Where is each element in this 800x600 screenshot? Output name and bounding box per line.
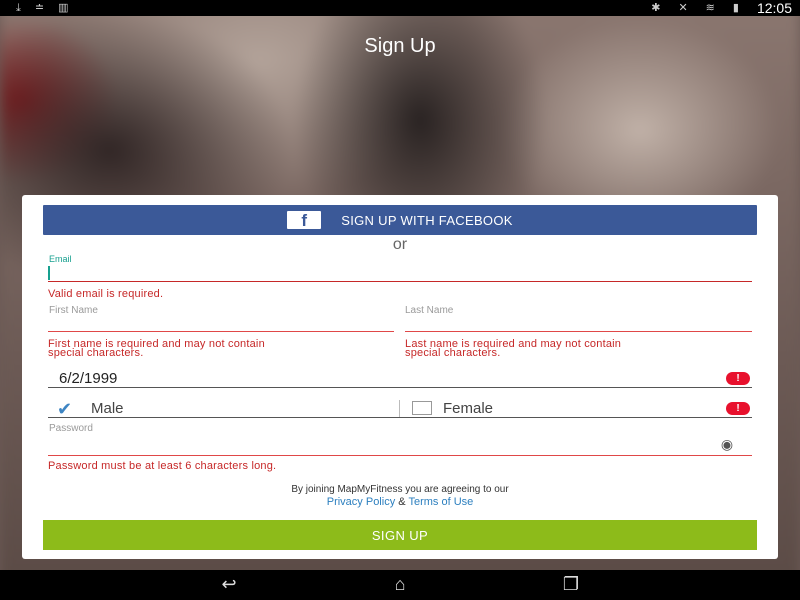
gender-underline [48, 417, 752, 418]
email-underline [48, 281, 752, 282]
signup-form-card: f SIGN UP WITH FACEBOOK or Email Valid e… [22, 195, 778, 559]
password-label: Password [49, 423, 93, 434]
gender-alert-icon: ! [726, 402, 750, 415]
back-icon[interactable]: ↩ [206, 574, 252, 594]
terms-ampersand: & [398, 496, 406, 508]
navigation-bar: ↩ ⌂ ❐ [0, 570, 800, 600]
clock: 12:05 [756, 0, 792, 16]
male-label[interactable]: Male [91, 400, 124, 417]
email-input[interactable] [48, 263, 752, 281]
or-divider-text: or [392, 236, 408, 253]
bluetooth-icon: ✱ [651, 2, 661, 14]
download-icon: ⤓ [16, 2, 21, 14]
last-name-input[interactable] [405, 313, 752, 331]
home-icon[interactable]: ⌂ [377, 574, 423, 594]
email-error: Valid email is required. [48, 288, 164, 300]
password-underline [48, 455, 752, 456]
first-name-underline [48, 331, 394, 332]
recents-icon[interactable]: ❐ [548, 574, 594, 594]
show-password-eye-icon[interactable]: ◉ [712, 437, 742, 451]
terms-line1: By joining MapMyFitness you are agreeing… [291, 484, 509, 495]
birthdate-underline [48, 387, 752, 388]
male-checkbox-checked-icon[interactable]: ✔ [57, 400, 83, 418]
first-name-input[interactable] [48, 313, 394, 331]
facebook-signup-button[interactable]: f SIGN UP WITH FACEBOOK [43, 205, 757, 235]
sms-icon: ≐ [34, 2, 45, 14]
gender-divider [399, 400, 400, 417]
facebook-icon: f [287, 211, 322, 230]
wifi-icon: ≋ [705, 2, 715, 14]
battery-icon: ▮ [732, 2, 739, 14]
status-bar: ⤓ ≐ ▥ ✱ ✕ ≋ ▮ 12:05 [0, 0, 800, 16]
privacy-policy-link[interactable]: Privacy Policy [327, 496, 395, 508]
last-name-error-line2: special characters. [405, 347, 501, 359]
page-title: Sign Up [364, 35, 436, 57]
barcode-icon: ▥ [58, 2, 69, 14]
password-input[interactable] [48, 435, 708, 453]
birthdate-alert-icon: ! [726, 372, 750, 385]
first-name-error-line2: special characters. [48, 347, 144, 359]
female-checkbox[interactable] [412, 401, 432, 415]
terms-text: By joining MapMyFitness you are agreeing… [22, 484, 778, 508]
terms-of-use-link[interactable]: Terms of Use [408, 496, 473, 508]
birthdate-field[interactable]: 6/2/1999 [59, 370, 117, 387]
last-name-underline [405, 331, 752, 332]
password-error: Password must be at least 6 characters l… [48, 460, 277, 472]
mute-icon: ✕ [678, 2, 688, 14]
signup-button[interactable]: SIGN UP [43, 520, 757, 550]
facebook-signup-label: SIGN UP WITH FACEBOOK [341, 212, 513, 228]
female-label[interactable]: Female [443, 400, 493, 417]
